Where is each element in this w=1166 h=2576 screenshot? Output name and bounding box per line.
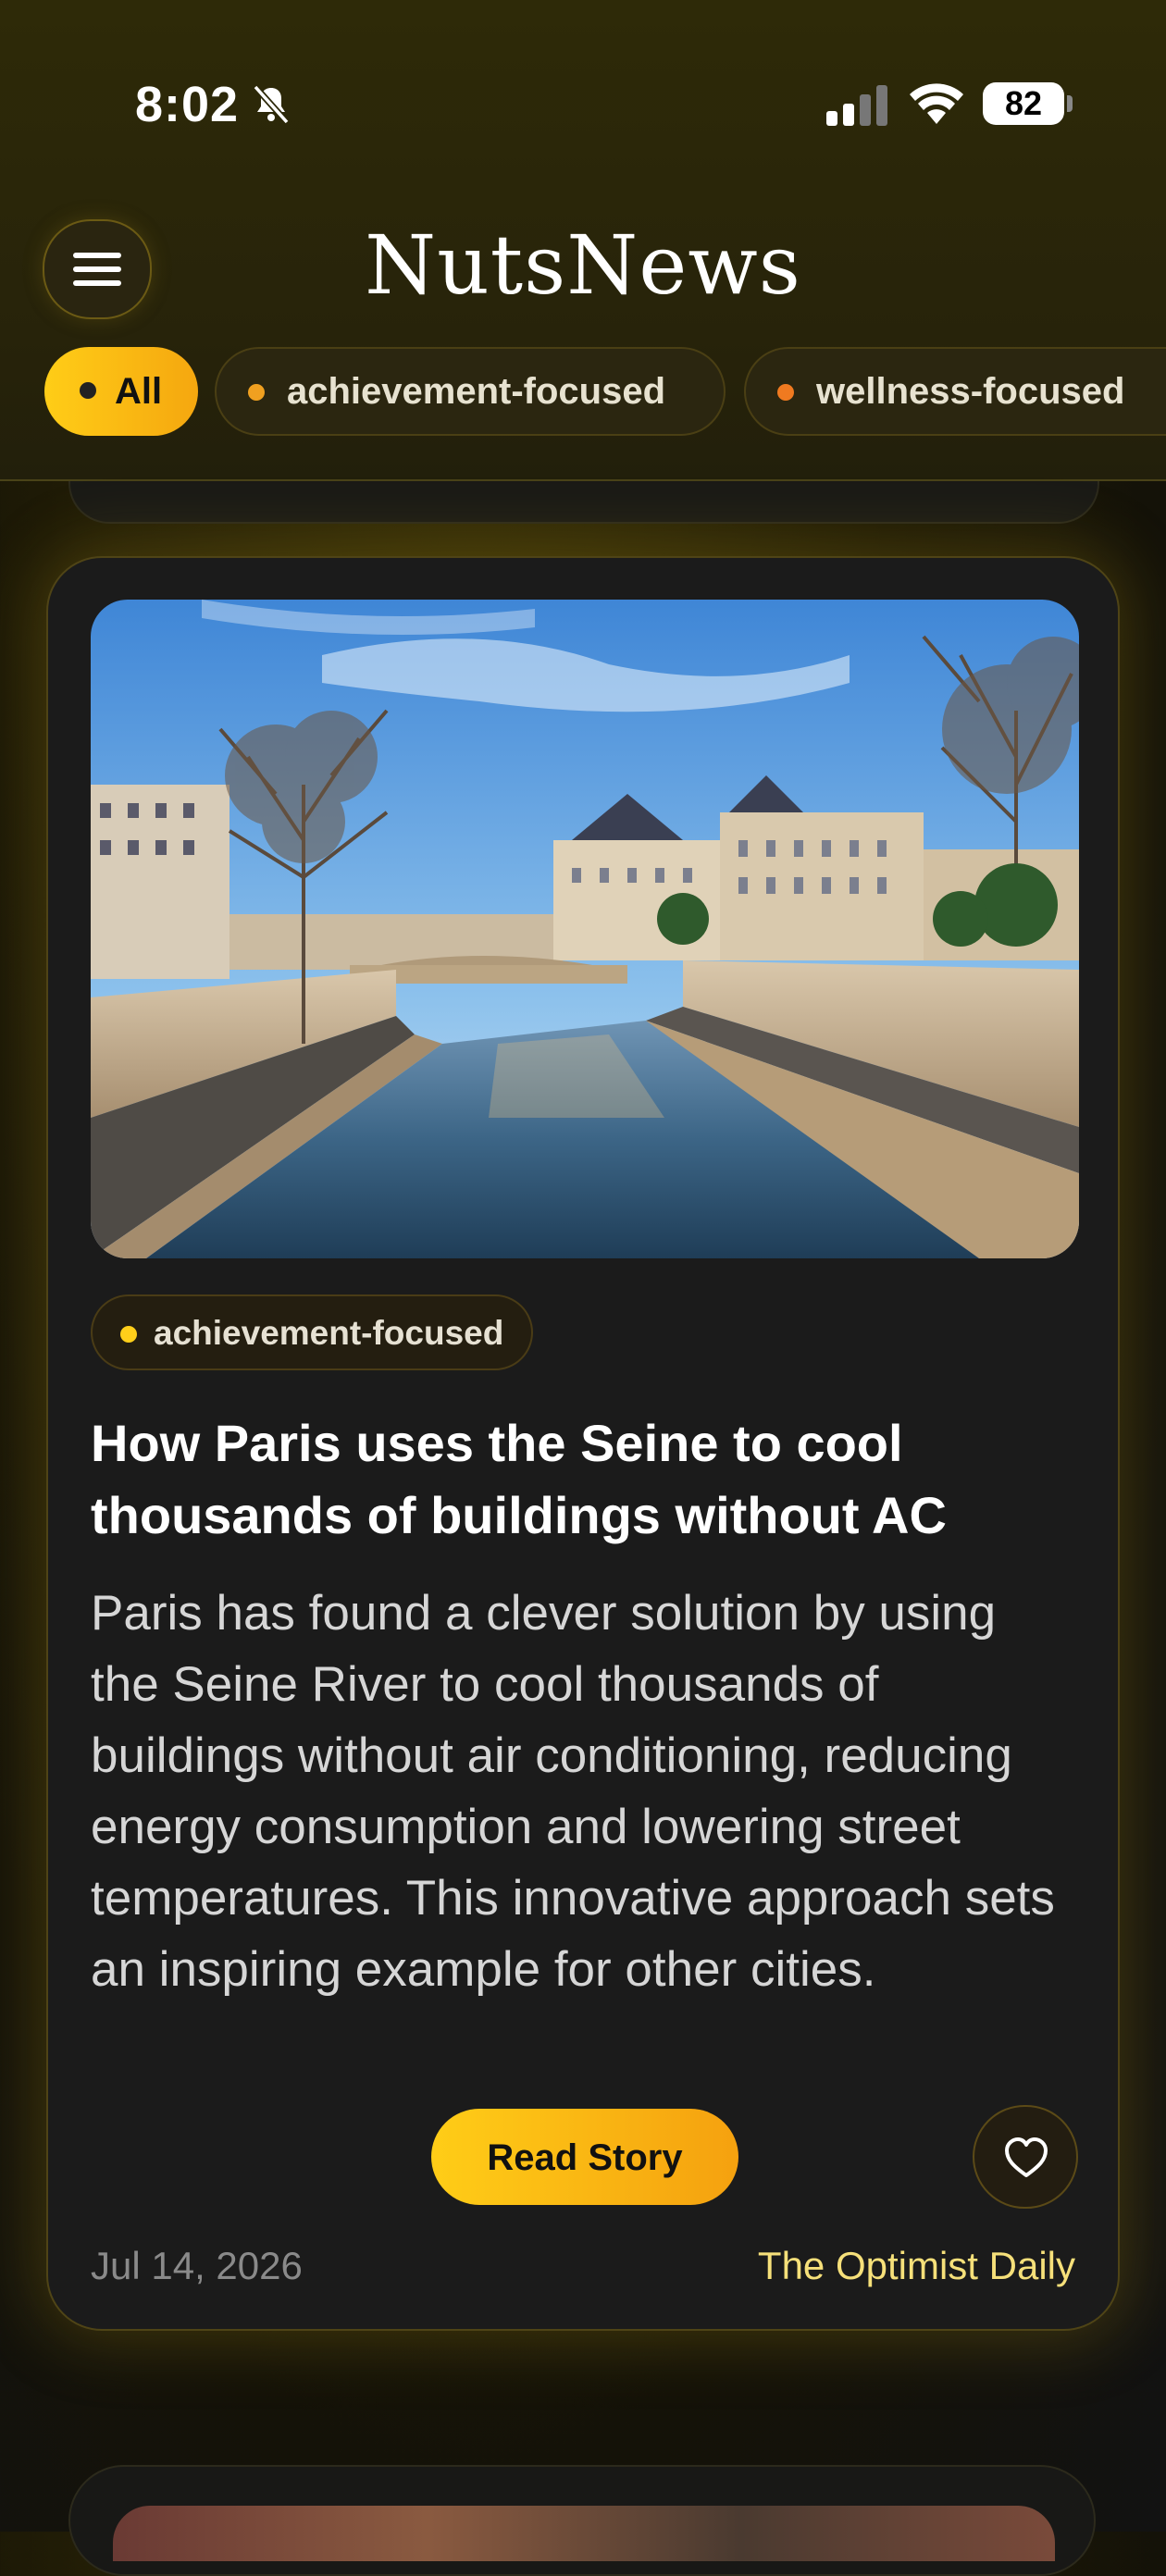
chip-dot [248, 384, 265, 401]
category-filter-bar: All achievement-focused wellness-focused [0, 347, 1166, 440]
bell-slash-icon [253, 84, 290, 125]
article-summary: Paris has found a clever solution by usi… [91, 1586, 1055, 1997]
heart-icon [1005, 2137, 1048, 2177]
battery-cap [1067, 95, 1073, 112]
read-story-button[interactable]: Read Story [431, 2109, 738, 2205]
favorite-button[interactable] [973, 2105, 1078, 2209]
chip-dot [80, 382, 96, 399]
next-article-image [113, 2506, 1055, 2561]
battery-icon: 82 [983, 82, 1073, 127]
tag-label: achievement-focused [154, 1314, 504, 1352]
battery-level: 82 [983, 82, 1064, 125]
previous-card-edge [68, 481, 1099, 524]
article-card[interactable]: achievement-focused How Paris uses the S… [46, 556, 1120, 2331]
filter-chip-achievement-focused[interactable]: achievement-focused [215, 347, 726, 436]
filter-chip-label: wellness-focused [816, 371, 1125, 412]
tag-dot [120, 1326, 137, 1343]
filter-chip-label: All [115, 371, 163, 412]
cellular-signal-icon [826, 85, 887, 126]
article-date: Jul 14, 2026 [91, 2244, 303, 2287]
article-image [91, 600, 1079, 1258]
next-article-card[interactable] [68, 2465, 1096, 2576]
wifi-icon [910, 83, 963, 124]
article-source[interactable]: The Optimist Daily [758, 2244, 1075, 2288]
article-headline[interactable]: How Paris uses the Seine to cool thousan… [91, 1407, 1081, 1552]
chip-dot [777, 384, 794, 401]
filter-chip-all[interactable]: All [44, 347, 198, 436]
app-title: NutsNews [365, 217, 801, 313]
status-time: 8:02 [135, 77, 240, 132]
status-bar: 8:02 82 [0, 0, 1166, 213]
filter-chip-label: achievement-focused [287, 371, 666, 412]
filter-chip-wellness-focused[interactable]: wellness-focused [744, 347, 1166, 436]
article-category-tag: achievement-focused [91, 1294, 534, 1370]
